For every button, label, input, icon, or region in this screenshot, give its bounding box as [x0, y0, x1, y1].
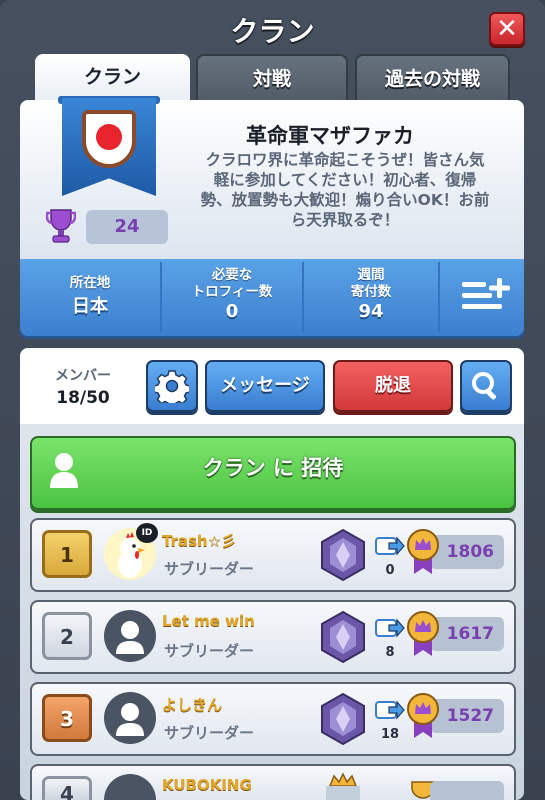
league-badge-icon — [326, 772, 360, 800]
stat-location: 所在地 日本 — [20, 259, 160, 336]
member-trophies: 1617 — [430, 617, 504, 651]
stat-required-label-2: トロフィー数 — [191, 284, 273, 300]
league-badge-icon — [321, 610, 365, 664]
member-avatar — [104, 692, 156, 744]
member-trophies — [430, 781, 504, 800]
stat-donations-label-2: 寄付数 — [350, 284, 392, 300]
donation-icon — [375, 536, 405, 556]
user-silhouette-icon — [116, 621, 144, 654]
member-name: Let me win — [162, 612, 255, 630]
crown-medal-icon — [407, 529, 439, 574]
search-button[interactable] — [460, 360, 512, 412]
member-avatar — [104, 610, 156, 662]
message-button[interactable]: メッセージ — [205, 360, 325, 412]
league-badge-icon — [321, 692, 365, 746]
donation-icon — [375, 700, 405, 720]
member-name: よしきん — [162, 696, 223, 714]
close-icon: ✕ — [496, 14, 518, 44]
stat-location-value: 日本 — [72, 296, 108, 317]
stat-donations-label-1: 週間 — [357, 267, 385, 283]
leave-button[interactable]: 脱退 — [333, 360, 453, 412]
stat-required-trophies: 必要な トロフィー数 0 — [162, 259, 302, 336]
stat-donations-value: 94 — [358, 301, 384, 322]
clan-description: クラロワ界に革命起こそうぜ！皆さん気軽に参加してください！初心者、復帰勢、放置勢… — [200, 151, 490, 229]
member-trophies: 1806 — [430, 535, 504, 569]
clan-badge-emblem — [96, 124, 122, 150]
stat-location-label: 所在地 — [69, 275, 111, 291]
id-badge: ID — [136, 523, 158, 543]
tab-battle[interactable]: 対戦 — [196, 54, 348, 102]
donation-icon — [375, 618, 405, 638]
stat-divider — [438, 262, 440, 332]
close-button[interactable]: ✕ — [489, 12, 525, 46]
trophy-icon — [46, 209, 76, 243]
member-trophies: 1527 — [430, 699, 504, 733]
member-rank: 4 — [42, 776, 92, 800]
crown-medal-icon — [407, 611, 439, 656]
member-name: KUBOKING — [162, 776, 252, 794]
clan-name: 革命軍マザファカ — [246, 124, 414, 148]
invite-to-clan-label: クラン に 招待 — [202, 456, 344, 480]
league-badge-icon — [321, 528, 365, 582]
search-icon — [472, 372, 496, 400]
crown-medal-icon — [407, 693, 439, 738]
clan-trophy-count: 24 — [86, 210, 168, 244]
member-role: サブリーダー — [164, 642, 255, 660]
stat-required-label-1: 必要な — [211, 267, 253, 283]
stat-required-value: 0 — [225, 301, 239, 322]
user-silhouette-icon — [116, 703, 144, 736]
member-role: サブリーダー — [164, 724, 255, 742]
member-rank: 3 — [42, 694, 92, 742]
tab-clan[interactable]: クラン — [35, 54, 190, 102]
tab-past-battles[interactable]: 過去の対戦 — [355, 54, 510, 102]
window-title: クラン — [230, 15, 315, 48]
member-rank: 2 — [42, 612, 92, 660]
member-donations: 0 — [385, 563, 395, 578]
member-role: サブリーダー — [164, 560, 255, 578]
members-label: メンバー — [55, 368, 111, 384]
stat-weekly-donations: 週間 寄付数 94 — [304, 259, 438, 336]
clan-menu-icon[interactable] — [458, 276, 510, 316]
member-donations: 8 — [385, 645, 395, 660]
member-rank: 1 — [42, 530, 92, 578]
member-donations: 18 — [380, 727, 400, 742]
settings-button[interactable] — [146, 360, 198, 412]
gear-icon — [153, 370, 191, 408]
members-count: 18/50 — [56, 388, 110, 408]
member-name: Trash☆彡 — [162, 532, 237, 550]
